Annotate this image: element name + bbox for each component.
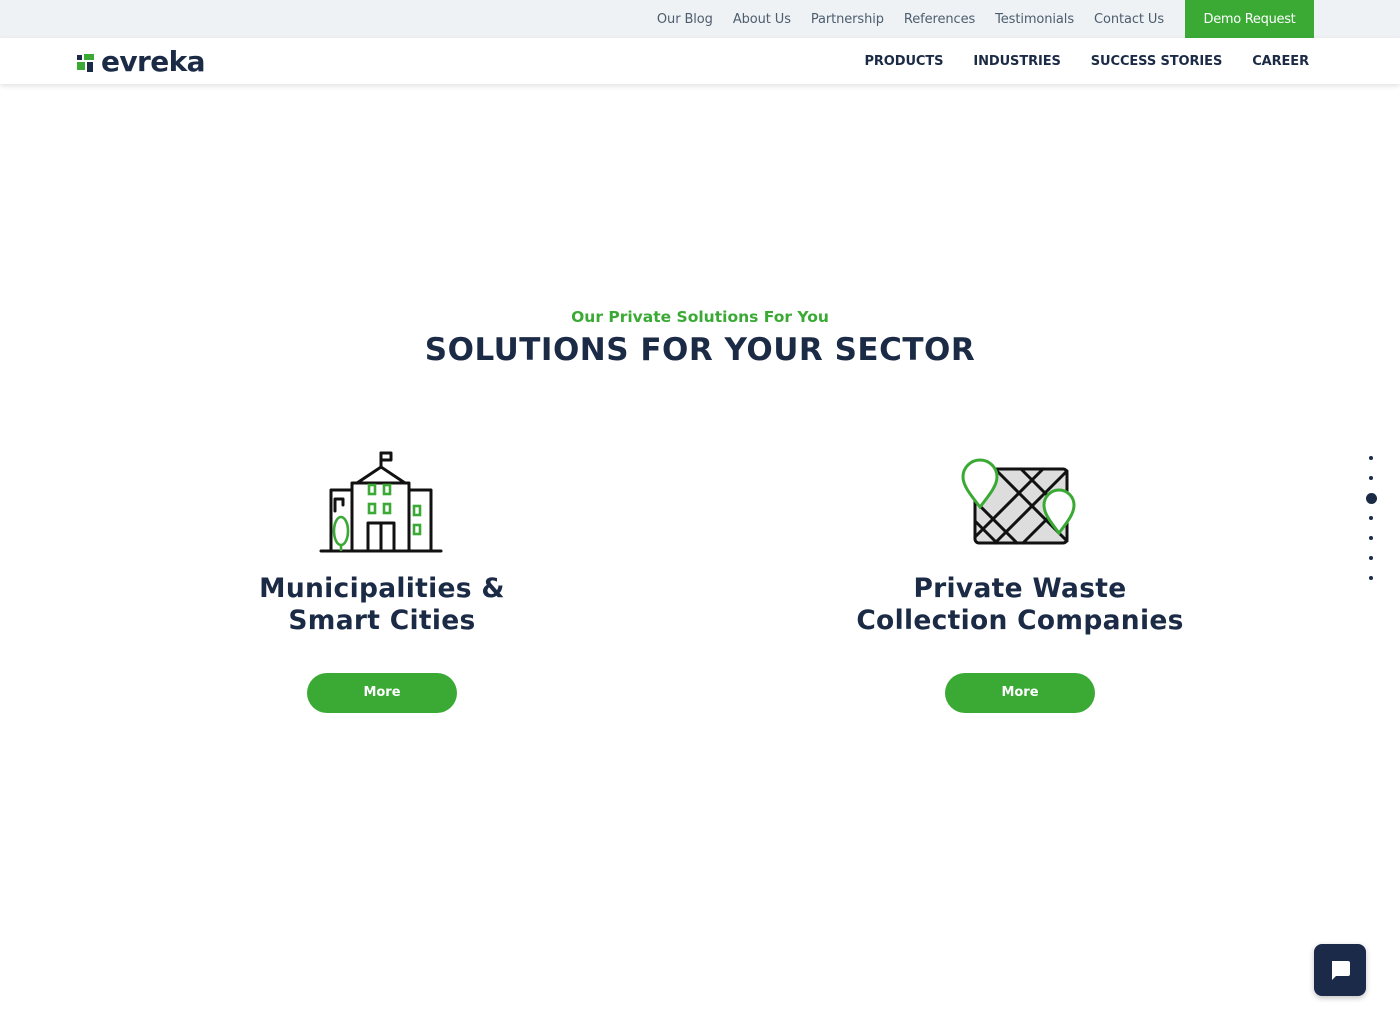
top-bar: Our Blog About Us Partnership References… bbox=[0, 0, 1400, 38]
chat-bubble-icon bbox=[1332, 961, 1350, 980]
pagination-dot[interactable] bbox=[1363, 568, 1379, 588]
pagination-dot-active[interactable] bbox=[1363, 488, 1379, 508]
map-pins-icon bbox=[961, 458, 1076, 545]
section-title: SOLUTIONS FOR YOUR SECTOR bbox=[424, 332, 976, 368]
pagination-dot[interactable] bbox=[1363, 528, 1379, 548]
logo-text: evreka bbox=[101, 44, 206, 78]
secondary-nav: Our Blog About Us Partnership References… bbox=[637, 0, 1164, 38]
main-header: evreka PRODUCTS INDUSTRIES SUCCESS STORI… bbox=[0, 38, 1400, 84]
nav-industries[interactable]: INDUSTRIES bbox=[973, 54, 1060, 69]
card-title-private-waste: Private Waste Collection Companies bbox=[856, 573, 1184, 636]
nav-link-partnership[interactable]: Partnership bbox=[811, 12, 884, 27]
nav-success-stories[interactable]: SUCCESS STORIES bbox=[1091, 54, 1223, 69]
nav-products[interactable]: PRODUCTS bbox=[864, 54, 943, 69]
more-button-private-waste[interactable]: More bbox=[945, 673, 1095, 713]
solution-card-municipalities: Municipalities & Smart Cities More bbox=[172, 445, 592, 713]
primary-nav: PRODUCTS INDUSTRIES SUCCESS STORIES CARE… bbox=[834, 38, 1309, 84]
nav-career[interactable]: CAREER bbox=[1252, 54, 1309, 69]
city-building-icon bbox=[319, 451, 443, 553]
pagination-dot[interactable] bbox=[1363, 548, 1379, 568]
nav-link-our-blog[interactable]: Our Blog bbox=[657, 12, 713, 27]
logo[interactable]: evreka bbox=[77, 44, 206, 78]
section-subtitle: Our Private Solutions For You bbox=[571, 308, 829, 326]
solution-card-private-waste: Private Waste Collection Companies More bbox=[810, 445, 1230, 713]
logo-mark-icon bbox=[77, 54, 94, 72]
nav-link-about-us[interactable]: About Us bbox=[733, 12, 791, 27]
demo-request-button[interactable]: Demo Request bbox=[1185, 0, 1314, 38]
section-pagination bbox=[1363, 448, 1379, 588]
card-title-municipalities: Municipalities & Smart Cities bbox=[259, 573, 505, 636]
pagination-dot[interactable] bbox=[1363, 508, 1379, 528]
nav-link-testimonials[interactable]: Testimonials bbox=[995, 12, 1074, 27]
nav-link-references[interactable]: References bbox=[904, 12, 975, 27]
pagination-dot[interactable] bbox=[1363, 468, 1379, 488]
chat-button[interactable] bbox=[1314, 944, 1366, 996]
nav-link-contact-us[interactable]: Contact Us bbox=[1094, 12, 1164, 27]
pagination-dot[interactable] bbox=[1363, 448, 1379, 468]
more-button-municipalities[interactable]: More bbox=[307, 673, 457, 713]
